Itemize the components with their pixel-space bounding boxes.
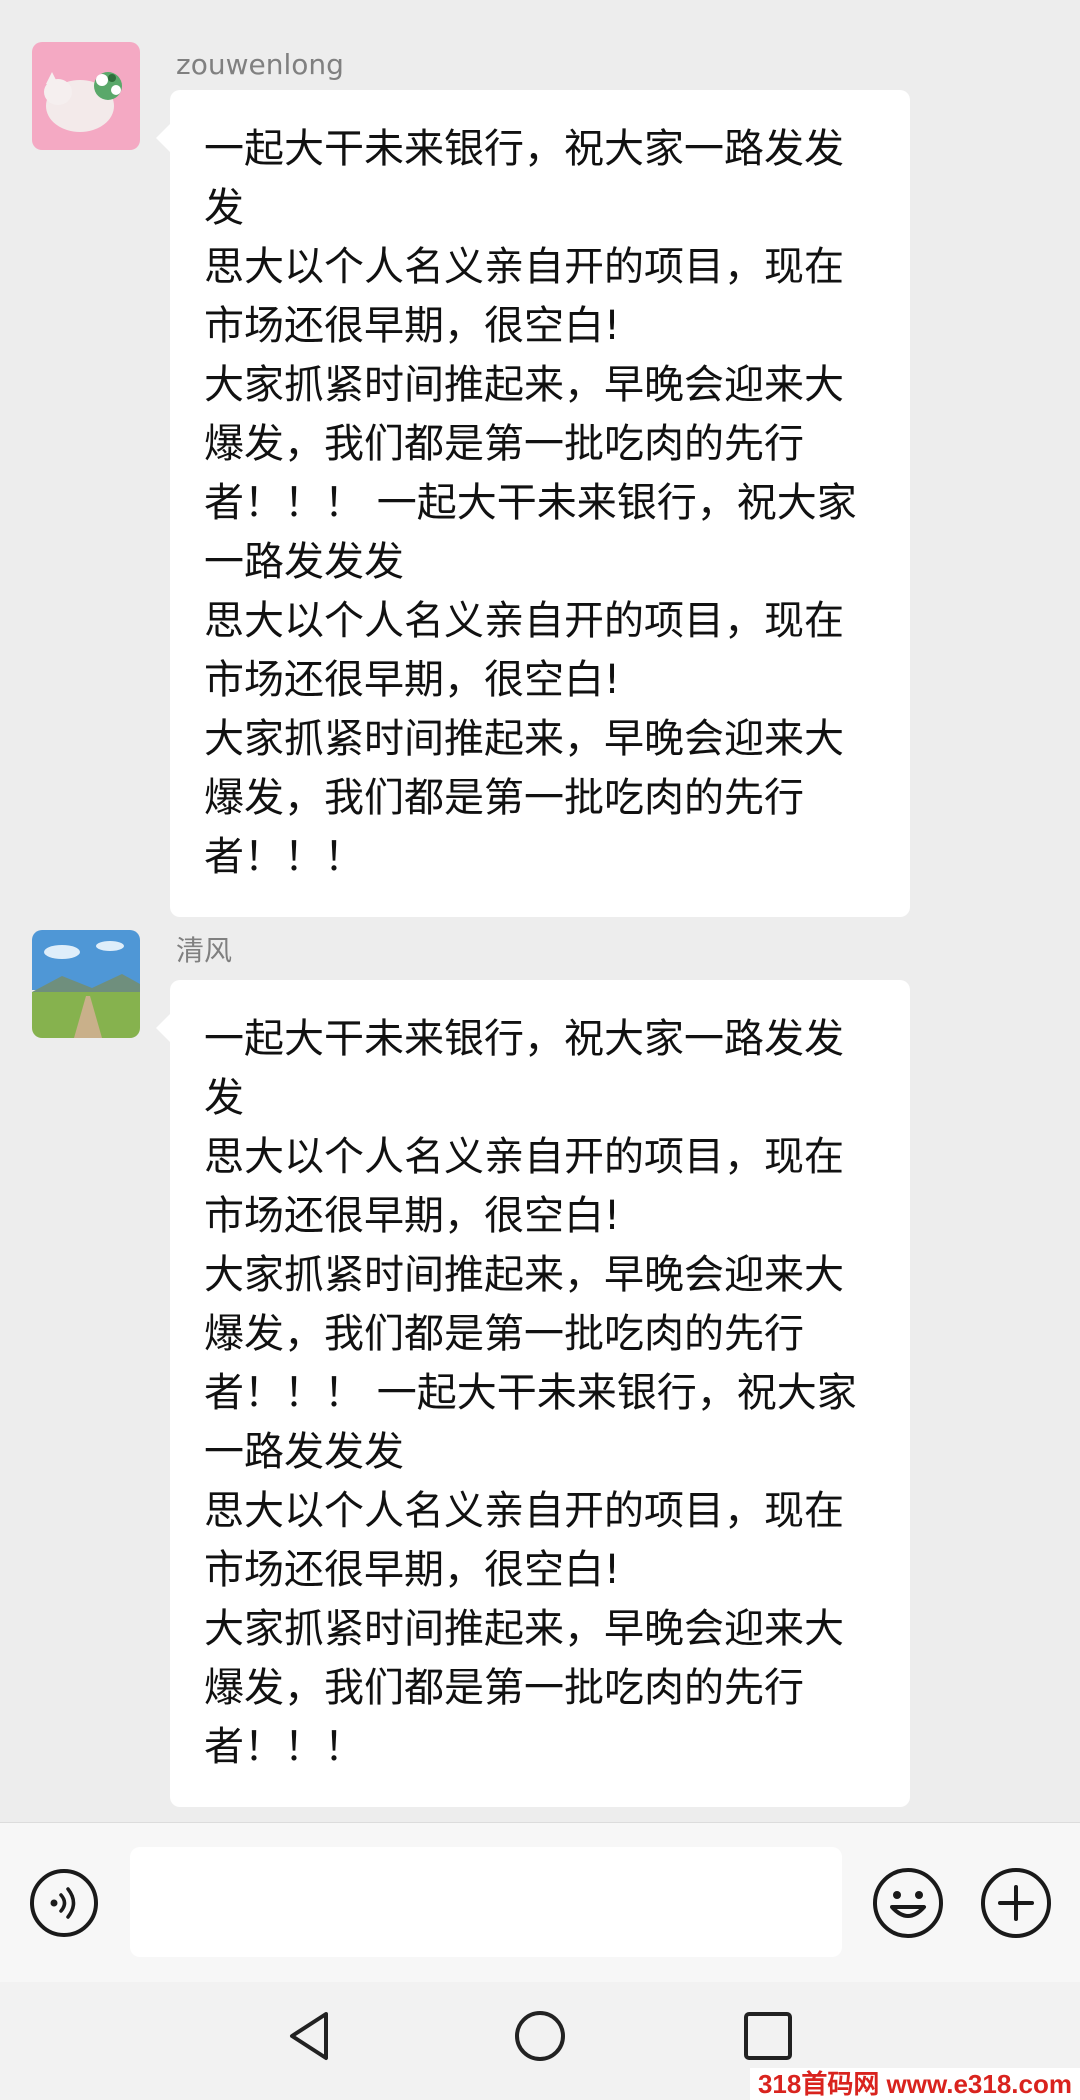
message-bubble[interactable]: 一起大干未来银行，祝大家一路发发发 思大以个人名义亲自开的项目，现在市场还很早期… bbox=[156, 980, 910, 1807]
message-input[interactable] bbox=[130, 1847, 842, 1957]
sender-name: 清风 bbox=[176, 934, 233, 967]
recent-apps-icon[interactable] bbox=[740, 2006, 796, 2066]
message-bubble[interactable]: 一起大干未来银行，祝大家一路发发发 思大以个人名义亲自开的项目，现在市场还很早期… bbox=[156, 90, 910, 917]
voice-icon[interactable] bbox=[28, 1867, 100, 1939]
cat-avatar-icon[interactable] bbox=[32, 42, 140, 150]
watermark: 318首码网 www.e318.com bbox=[749, 2068, 1080, 2100]
chat-area[interactable]: zouwenlong 一起大干未来银行，祝大家一路发发发 思大以个人名义亲自开的… bbox=[0, 0, 1080, 1822]
home-icon[interactable] bbox=[512, 2006, 568, 2066]
landscape-avatar-icon[interactable] bbox=[32, 930, 140, 1038]
emoji-icon[interactable] bbox=[870, 1865, 946, 1941]
sender-name: zouwenlong bbox=[176, 48, 344, 81]
plus-icon[interactable] bbox=[978, 1865, 1054, 1941]
back-icon[interactable] bbox=[282, 2006, 338, 2066]
chat-input-bar bbox=[0, 1822, 1080, 1983]
